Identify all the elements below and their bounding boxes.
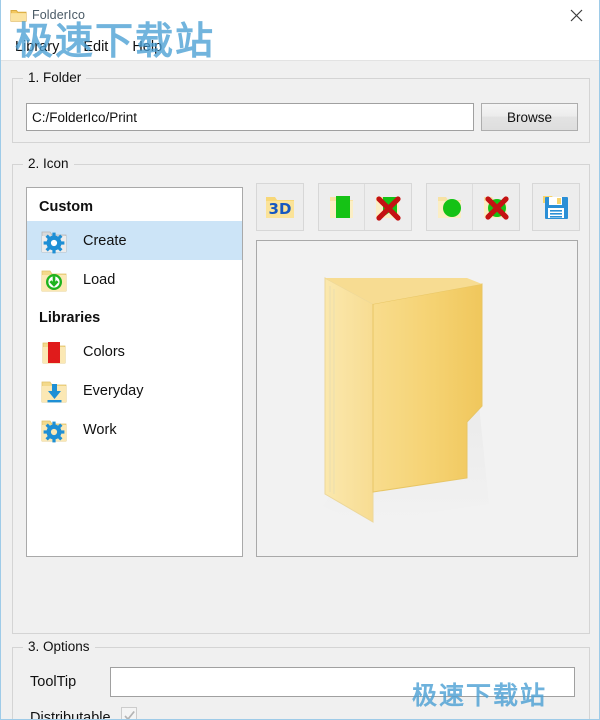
svg-text:3D: 3D	[269, 200, 292, 218]
icon-toolbar: 3D	[256, 183, 580, 231]
folder-blue-gear-icon	[39, 415, 69, 445]
list-item-work[interactable]: Work	[27, 410, 242, 449]
remove-emblem-button[interactable]	[473, 184, 519, 230]
list-item-label: Colors	[83, 343, 125, 360]
toolbar-group-color	[318, 183, 412, 231]
icon-group-title: 2. Icon	[23, 156, 74, 171]
list-item-label: Everyday	[83, 382, 144, 399]
list-item-label: Work	[83, 421, 117, 438]
menu-help[interactable]: Help	[130, 38, 164, 56]
folder-icon	[10, 8, 27, 23]
large-yellow-folder-icon	[317, 256, 517, 541]
toolbar-group-emblem	[426, 183, 520, 231]
save-icon-button[interactable]	[533, 184, 579, 230]
toolbar-group-3d: 3D	[256, 183, 304, 231]
options-group-title: 3. Options	[23, 639, 95, 654]
distributable-checkbox[interactable]	[121, 707, 137, 719]
menu-edit[interactable]: Edit	[81, 38, 110, 56]
folder-download-icon	[39, 265, 69, 295]
distributable-label: Distributable	[30, 710, 111, 720]
icon-preview-panel[interactable]	[256, 240, 578, 557]
browse-button[interactable]: Browse	[481, 103, 578, 131]
folder-blue-arrow-icon	[39, 376, 69, 406]
apply-emblem-button[interactable]	[427, 184, 473, 230]
folder-red-icon	[39, 337, 69, 367]
list-header-libraries: Libraries	[39, 310, 101, 326]
list-item-label: Load	[83, 271, 116, 288]
close-icon[interactable]	[553, 0, 599, 31]
apply-color-button[interactable]	[319, 184, 365, 230]
list-item-colors[interactable]: Colors	[27, 332, 242, 371]
folder-path-input[interactable]	[26, 103, 474, 131]
icon-group: 2. Icon Custom Create Load Libraries Col…	[12, 156, 590, 634]
list-header-custom: Custom	[39, 199, 93, 215]
remove-color-button[interactable]	[365, 184, 411, 230]
folder-group: 1. Folder Browse	[12, 70, 590, 143]
checkmark-icon	[124, 710, 135, 719]
folderico-window: FolderIco Library Edit Help 1. Folder Br…	[0, 0, 600, 720]
menu-bar: Library Edit Help	[1, 33, 599, 61]
list-item-load[interactable]: Load	[27, 260, 242, 299]
folder-gear-icon	[39, 226, 69, 256]
tooltip-label: ToolTip	[30, 674, 77, 690]
folder-group-title: 1. Folder	[23, 70, 87, 85]
toolbar-group-save	[532, 183, 580, 231]
list-item-everyday[interactable]: Everyday	[27, 371, 242, 410]
three-d-toggle-button[interactable]: 3D	[257, 184, 303, 230]
icon-source-list[interactable]: Custom Create Load Libraries Colors Ever…	[26, 187, 243, 557]
list-item-create[interactable]: Create	[27, 221, 242, 260]
menu-library[interactable]: Library	[13, 38, 61, 56]
window-title: FolderIco	[32, 8, 86, 22]
list-item-label: Create	[83, 232, 127, 249]
options-group: 3. Options ToolTip Distributable	[12, 639, 590, 720]
tooltip-input[interactable]	[110, 667, 575, 697]
title-bar: FolderIco	[1, 0, 599, 33]
client-area: 1. Folder Browse 2. Icon Custom	[1, 61, 599, 720]
